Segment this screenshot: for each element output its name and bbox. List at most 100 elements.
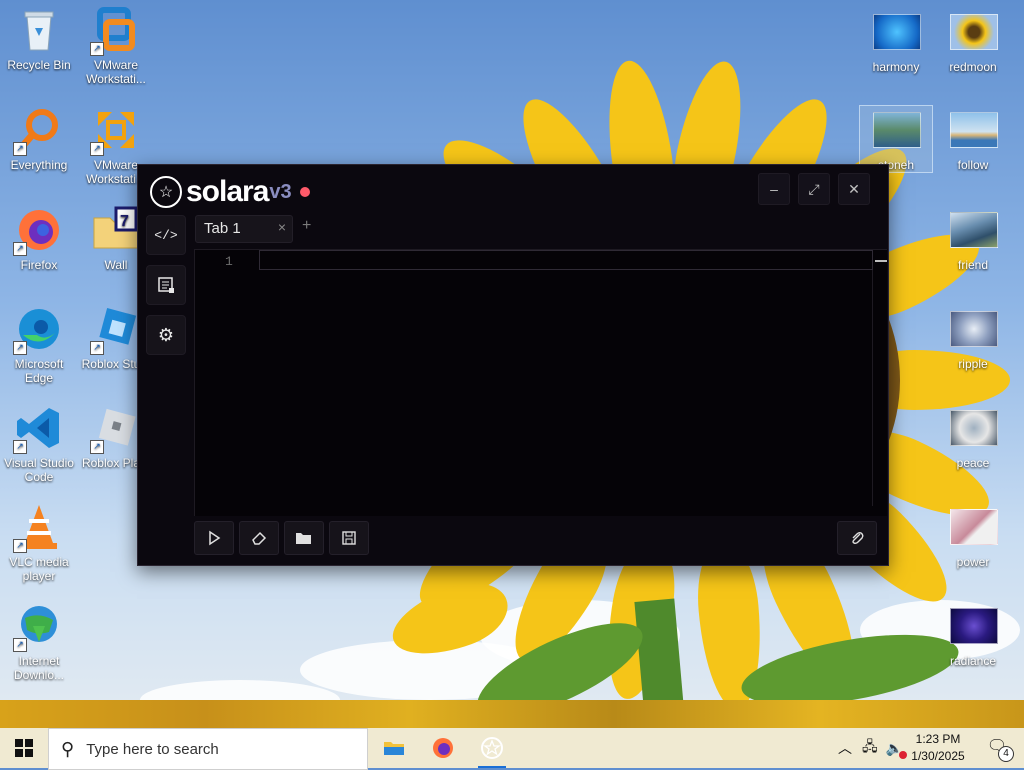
- clock-time: 1:23 PM: [915, 732, 961, 746]
- desktop-icon-label: friend: [957, 258, 989, 272]
- system-tray: ︿ 🖧 🔈: [838, 728, 908, 768]
- image-thumbnail-icon: [949, 305, 998, 353]
- shortcut-arrow-icon: ↗: [90, 341, 104, 355]
- roblox-studio-icon: ↗: [90, 305, 140, 355]
- network-icon[interactable]: 🖧: [862, 736, 878, 760]
- idm-globe-icon: ↗: [13, 602, 63, 652]
- desktop-icon-ripple[interactable]: ripple: [937, 305, 1009, 371]
- image-thumbnail-icon: [949, 602, 998, 650]
- open-file-button[interactable]: [284, 521, 324, 555]
- desktop-icon-label: redmoon: [949, 60, 997, 74]
- minimize-button[interactable]: –: [758, 173, 790, 205]
- volume-muted-icon[interactable]: 🔈: [886, 740, 908, 759]
- desktop-icon-label: peace: [956, 456, 990, 470]
- image-thumbnail-icon: [872, 106, 921, 154]
- script-list-nav-button[interactable]: [146, 265, 186, 305]
- maximize-button[interactable]: ⤢: [798, 173, 830, 205]
- play-icon: [209, 530, 221, 546]
- desktop-icon-harmony[interactable]: harmony: [860, 8, 932, 74]
- desktop-icon-redmoon[interactable]: redmoon: [937, 8, 1009, 74]
- desktop-icon-label: Visual Studio Code: [4, 456, 74, 484]
- vmware-icon: ↗: [90, 6, 140, 56]
- recycle-bin-icon: [15, 6, 63, 54]
- clear-button[interactable]: [239, 521, 279, 555]
- desktop-icon-internet-download-manager[interactable]: ↗ Internet Downlo...: [3, 602, 75, 682]
- gear-icon: ⚙: [157, 324, 175, 345]
- desktop-icon-recycle-bin[interactable]: Recycle Bin: [3, 6, 75, 72]
- tab-label: Tab 1: [204, 220, 241, 237]
- vmware-player-icon: ↗: [90, 106, 140, 156]
- taskbar-firefox[interactable]: [421, 728, 465, 768]
- desktop-icon-microsoft-edge[interactable]: ↗ Microsoft Edge: [3, 305, 75, 385]
- desktop-icon-vlc[interactable]: ↗ VLC media player: [3, 503, 75, 583]
- close-icon: ✕: [848, 180, 860, 197]
- scrollbar-marker: [875, 260, 887, 262]
- image-thumbnail-icon: [949, 404, 998, 452]
- image-thumbnail-icon: [872, 8, 921, 56]
- save-button[interactable]: [329, 521, 369, 555]
- desktop-icon-power[interactable]: power: [937, 503, 1009, 569]
- firefox-icon: [433, 738, 453, 758]
- settings-nav-button[interactable]: ⚙: [146, 315, 186, 355]
- desktop-icon-stoneh[interactable]: stoneh: [859, 105, 933, 173]
- vlc-cone-icon: ↗: [13, 503, 63, 553]
- desktop-icon-label: Recycle Bin: [7, 58, 71, 72]
- app-logo: ☆ solara v3: [150, 175, 310, 209]
- close-button[interactable]: ✕: [838, 173, 870, 205]
- desktop-icon-firefox[interactable]: ↗ Firefox: [3, 206, 75, 272]
- tab-1[interactable]: Tab 1 ×: [195, 215, 293, 243]
- star-icon: [481, 737, 503, 759]
- image-thumbnail-icon: [949, 8, 998, 56]
- attach-button[interactable]: [837, 521, 877, 555]
- solara-window: ☆ solara v3 – ⤢ ✕ </> ⚙ Tab 1 × + 1: [137, 164, 889, 566]
- svg-text:7: 7: [120, 213, 129, 230]
- save-disk-icon: [342, 531, 356, 545]
- roblox-player-icon: ↗: [90, 404, 140, 454]
- start-button[interactable]: [0, 728, 48, 768]
- desktop-icon-label: VMware Workstati...: [86, 58, 146, 86]
- desktop-icon-label: Microsoft Edge: [14, 357, 64, 385]
- desktop-icon-follow[interactable]: follow: [937, 106, 1009, 172]
- code-editor[interactable]: 1: [194, 249, 887, 516]
- paperclip-icon: [852, 531, 864, 545]
- taskbar-file-explorer[interactable]: [372, 728, 416, 768]
- desktop-icon-label: Internet Downlo...: [13, 654, 65, 682]
- folder-icon: 7: [92, 206, 140, 254]
- execute-button[interactable]: [194, 521, 234, 555]
- taskbar-search-box[interactable]: ⚲ Type here to search: [48, 728, 368, 770]
- folder-open-icon: [296, 533, 311, 544]
- taskbar: ⚲ Type here to search ︿ 🖧 🔈 1:23 PM 1/30…: [0, 728, 1024, 770]
- list-document-icon: [158, 277, 174, 293]
- clock[interactable]: 1:23 PM 1/30/2025: [902, 731, 974, 765]
- shortcut-arrow-icon: ↗: [90, 440, 104, 454]
- windows-logo-icon: [15, 739, 33, 757]
- desktop-icon-friend[interactable]: friend: [937, 206, 1009, 272]
- shortcut-arrow-icon: ↗: [13, 341, 27, 355]
- vertical-scrollbar[interactable]: [872, 270, 873, 506]
- star-icon: ☆: [150, 176, 182, 208]
- line-number: 1: [225, 254, 233, 269]
- vscode-icon: ↗: [13, 404, 63, 454]
- desktop-icon-everything[interactable]: ↗ Everything: [3, 106, 75, 172]
- chevron-up-icon[interactable]: ︿: [838, 738, 852, 758]
- search-placeholder: Type here to search: [86, 740, 219, 758]
- desktop-icon-visual-studio-code[interactable]: ↗ Visual Studio Code: [3, 404, 75, 484]
- image-thumbnail-icon: [949, 206, 998, 254]
- firefox-icon: ↗: [13, 206, 63, 256]
- desktop-icon-vmware-workstation[interactable]: ↗ VMware Workstati...: [80, 6, 152, 86]
- search-icon: ⚲: [61, 738, 75, 759]
- shortcut-arrow-icon: ↗: [90, 142, 104, 156]
- desktop-icon-peace[interactable]: peace: [937, 404, 1009, 470]
- shortcut-arrow-icon: ↗: [13, 242, 27, 256]
- image-thumbnail-icon: [949, 503, 998, 551]
- shortcut-arrow-icon: ↗: [13, 638, 27, 652]
- tab-close-icon[interactable]: ×: [278, 219, 286, 235]
- taskbar-solara[interactable]: [470, 728, 514, 768]
- eraser-icon: [252, 531, 267, 545]
- add-tab-button[interactable]: +: [302, 217, 311, 235]
- minimize-icon: –: [770, 181, 778, 197]
- desktop-icon-radiance[interactable]: radiance: [937, 602, 1009, 668]
- desktop-icon-label: Firefox: [20, 258, 58, 272]
- editor-nav-button[interactable]: </>: [146, 215, 186, 255]
- notification-center-button[interactable]: 🗨 4: [984, 736, 1014, 762]
